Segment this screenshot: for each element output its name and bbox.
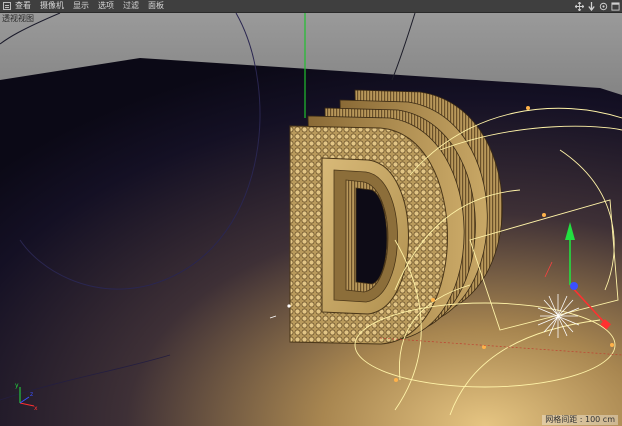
viewport-menubar: 查看 摄像机 显示 选项 过滤 面板 <box>0 0 622 13</box>
dolly-view-icon[interactable] <box>587 1 596 11</box>
view-navigation <box>575 0 620 12</box>
menu-display[interactable]: 显示 <box>73 0 89 12</box>
axis-label-z: z <box>30 391 33 398</box>
viewport-label: 透视视图 <box>2 14 34 23</box>
menu-camera[interactable]: 摄像机 <box>40 0 64 12</box>
letter-d-front-face <box>289 125 448 345</box>
perspective-viewport[interactable]: 透视视图 y x z 网格间距 : 100 cm <box>0 13 622 426</box>
rotate-view-icon[interactable] <box>599 2 608 11</box>
axis-label-y: y <box>15 382 19 389</box>
menu-panel[interactable]: 面板 <box>148 0 164 12</box>
move-view-icon[interactable] <box>575 1 584 11</box>
scene-canvas[interactable] <box>0 13 622 426</box>
grid-spacing-readout: 网格间距 : 100 cm <box>542 415 618 425</box>
menu-options[interactable]: 选项 <box>98 0 114 12</box>
menu-filter[interactable]: 过滤 <box>123 0 139 12</box>
axis-label-x: x <box>34 405 38 411</box>
maximize-view-icon[interactable] <box>611 1 620 11</box>
menu-view[interactable]: 查看 <box>15 0 31 12</box>
orientation-axes-gizmo: y x z <box>15 382 38 411</box>
menu-toggle-icon[interactable] <box>3 2 11 10</box>
cinema4d-viewport-window: 查看 摄像机 显示 选项 过滤 面板 透视视图 y x z 网格间距: 100… <box>0 0 622 426</box>
scene-point-marker <box>287 304 291 308</box>
